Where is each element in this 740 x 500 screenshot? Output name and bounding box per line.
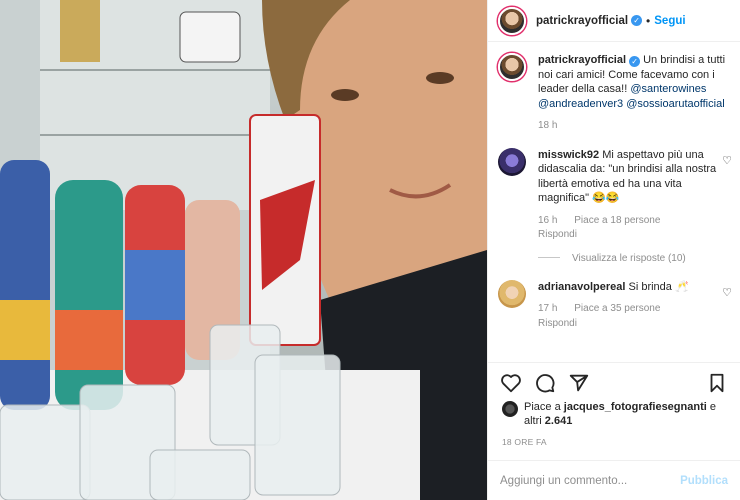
like-heart-icon[interactable] bbox=[500, 372, 522, 394]
caption-username[interactable]: patrickrayofficial bbox=[538, 54, 626, 66]
likes-count[interactable]: 2.641 bbox=[545, 415, 573, 427]
instagram-post-view: patrickrayofficial ✓ • Segui patrickrayo… bbox=[0, 0, 740, 500]
header-separator: • bbox=[646, 13, 651, 28]
caption-time[interactable]: 18 h bbox=[538, 120, 557, 131]
reply-button[interactable]: Rispondi bbox=[538, 229, 577, 240]
post-timestamp[interactable]: 18 ORE FA bbox=[502, 437, 547, 447]
comment-username[interactable]: misswick92 bbox=[538, 149, 599, 161]
comment-composer: Pubblica bbox=[488, 460, 740, 500]
share-paper-plane-icon[interactable] bbox=[568, 372, 590, 394]
comment-text: Si brinda 🥂 bbox=[628, 280, 689, 293]
post-actions-bar bbox=[488, 362, 740, 402]
comment-meta: 16 h Piace a 18 persone Rispondi bbox=[538, 214, 730, 243]
likes-prefix: Piace a bbox=[524, 401, 561, 413]
comment-input[interactable] bbox=[500, 474, 681, 487]
publish-button[interactable]: Pubblica bbox=[680, 475, 728, 487]
comment-time[interactable]: 17 h bbox=[538, 303, 557, 314]
comment-item: misswick92 Mi aspettavo più una didascal… bbox=[488, 147, 740, 243]
comment-likes[interactable]: Piace a 18 persone bbox=[574, 215, 660, 226]
caption-meta: 18 h bbox=[538, 119, 730, 134]
verified-badge-icon: ✓ bbox=[629, 56, 641, 67]
mention-link[interactable]: @sossioarutaofficial bbox=[626, 98, 724, 110]
commenter-avatar[interactable] bbox=[498, 279, 526, 308]
commenter-avatar[interactable] bbox=[498, 147, 526, 176]
comment-username[interactable]: adrianavolpereal bbox=[538, 281, 625, 293]
post-photo[interactable] bbox=[0, 0, 487, 500]
save-bookmark-icon[interactable] bbox=[706, 372, 728, 394]
comment-bubble-icon[interactable] bbox=[534, 372, 556, 394]
follow-button[interactable]: Segui bbox=[654, 15, 685, 27]
post-side-panel: patrickrayofficial ✓ • Segui patrickrayo… bbox=[487, 0, 740, 500]
view-replies-button[interactable]: Visualizza le risposte (10) bbox=[488, 253, 740, 264]
comment-meta: 17 h Piace a 35 persone Rispondi bbox=[538, 302, 730, 331]
photo-illustration bbox=[0, 0, 487, 500]
liker-username[interactable]: jacques_fotografiesegnanti bbox=[564, 401, 707, 413]
comments-list: patrickrayofficial ✓ Un brindisi a tutti … bbox=[488, 53, 740, 341]
likes-summary: Piace a jacques_fotografiesegnanti e alt… bbox=[502, 400, 732, 428]
comment-likes[interactable]: Piace a 35 persone bbox=[574, 303, 660, 314]
reply-button[interactable]: Rispondi bbox=[538, 318, 577, 329]
comment-item: adrianavolpereal Si brinda 🥂 17 h Piace … bbox=[488, 279, 740, 332]
liker-avatar[interactable] bbox=[502, 401, 518, 417]
verified-badge-icon: ✓ bbox=[631, 15, 643, 26]
mention-link[interactable]: @santerowines bbox=[630, 83, 706, 95]
caption-avatar[interactable] bbox=[498, 53, 526, 81]
comment-like-heart-icon[interactable]: ♡ bbox=[722, 154, 732, 167]
author-avatar[interactable] bbox=[498, 6, 526, 35]
comment-like-heart-icon[interactable]: ♡ bbox=[722, 286, 732, 299]
mention-link[interactable]: @andreadenver3 bbox=[538, 98, 623, 110]
author-username[interactable]: patrickrayofficial bbox=[536, 15, 628, 27]
comment-time[interactable]: 16 h bbox=[538, 215, 557, 226]
post-header: patrickrayofficial ✓ • Segui bbox=[488, 0, 740, 42]
caption: patrickrayofficial ✓ Un brindisi a tutti … bbox=[488, 53, 740, 134]
